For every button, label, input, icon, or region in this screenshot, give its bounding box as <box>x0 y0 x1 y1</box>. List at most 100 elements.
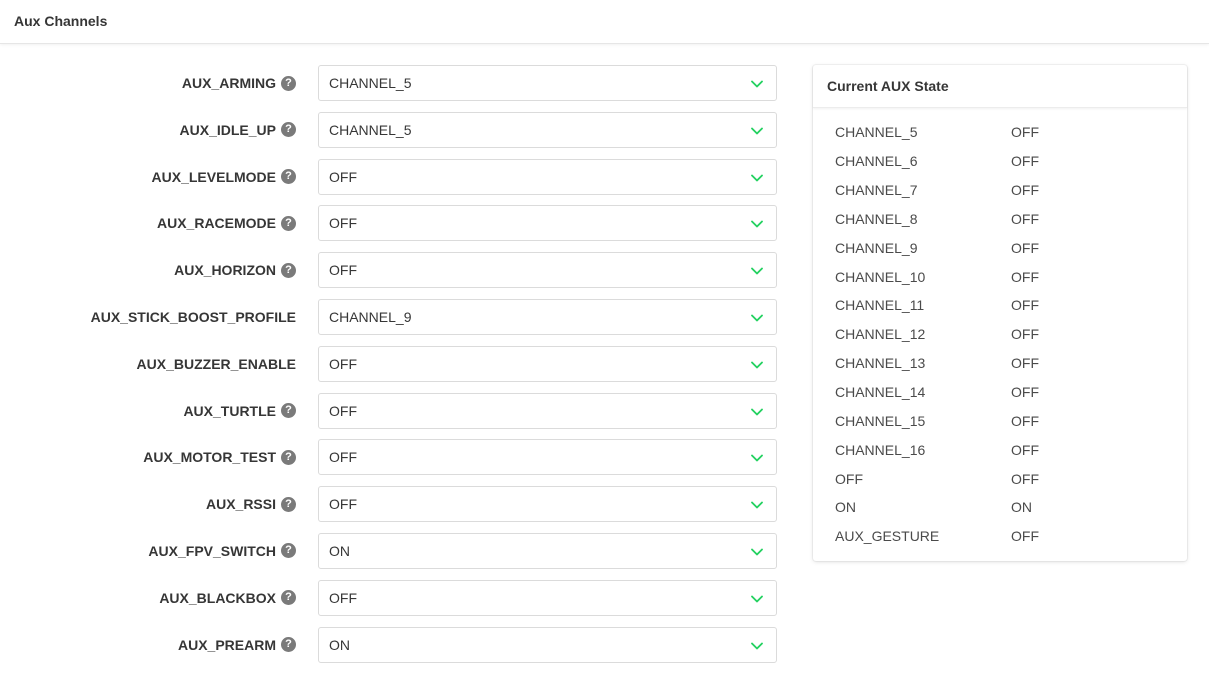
select-aux-buzzer-enable[interactable]: OFF <box>318 345 777 382</box>
select-value: CHANNEL_9 <box>329 308 412 325</box>
setting-label-wrap: AUX_PREARM? <box>178 627 296 663</box>
channel-state: ON <box>1011 499 1032 516</box>
aux-state-row: CHANNEL_14 OFF <box>835 378 1187 407</box>
select-aux-levelmode[interactable]: OFF <box>318 158 777 195</box>
question-circle-icon[interactable]: ? <box>281 75 296 91</box>
question-circle-icon[interactable]: ? <box>281 637 296 653</box>
top-bar: Aux Channels <box>0 0 1209 44</box>
channel-state: OFF <box>1011 297 1039 314</box>
select-value: OFF <box>329 449 357 466</box>
question-circle-icon[interactable]: ? <box>281 403 296 419</box>
current-aux-state-card: Current AUX State CHANNEL_5 OFF CHANNEL_6 O… <box>813 65 1187 561</box>
setting-label-wrap: AUX_BLACKBOX? <box>159 580 296 616</box>
channel-name: CHANNEL_14 <box>835 384 926 401</box>
select-value: CHANNEL_5 <box>329 75 412 91</box>
aux-settings-form: AUX_ARMING? CHANNEL_5 AUX_IDLE_UP? CHANNEL_… <box>0 65 790 673</box>
select-aux-racemode[interactable]: OFF <box>318 205 777 242</box>
question-circle-icon[interactable]: ? <box>281 496 296 512</box>
question-circle-icon[interactable]: ? <box>281 262 296 278</box>
question-circle-icon[interactable]: ? <box>281 215 296 231</box>
aux-state-row: CHANNEL_7 OFF <box>835 176 1187 205</box>
card-title: Current AUX State <box>813 65 1187 108</box>
select-aux-arming[interactable]: CHANNEL_5 <box>318 65 777 101</box>
select-value: OFF <box>329 262 357 279</box>
select-aux-horizon[interactable]: OFF <box>318 252 777 289</box>
channel-name: CHANNEL_13 <box>835 355 926 372</box>
select-value: OFF <box>329 215 357 232</box>
aux-setting-row: AUX_IDLE_UP? CHANNEL_5 <box>0 111 790 148</box>
channel-state: OFF <box>1011 441 1039 458</box>
channel-state: OFF <box>1011 182 1039 199</box>
select-aux-prearm[interactable]: ON <box>318 626 777 663</box>
select-value: CHANNEL_5 <box>329 121 412 138</box>
chevron-down-icon <box>750 264 764 278</box>
question-circle-icon[interactable]: ? <box>281 169 296 185</box>
chevron-down-icon <box>750 639 764 653</box>
setting-label-aux-prearm: AUX_PREARM <box>177 636 276 653</box>
aux-state-row: CHANNEL_15 OFF <box>835 406 1187 435</box>
setting-label-wrap: AUX_LEVELMODE? <box>152 159 296 195</box>
channel-name: CHANNEL_16 <box>835 441 926 458</box>
select-aux-stick-boost-profile[interactable]: CHANNEL_9 <box>318 298 777 335</box>
aux-setting-row: AUX_TURTLE? OFF <box>0 392 790 429</box>
channel-state: OFF <box>1011 210 1039 227</box>
select-value: OFF <box>329 496 357 513</box>
select-aux-turtle[interactable]: OFF <box>318 392 777 429</box>
setting-label-aux-stick-boost-profile: AUX_STICK_BOOST_PROFILE <box>90 308 296 325</box>
select-value: OFF <box>329 355 357 372</box>
select-aux-motor-test[interactable]: OFF <box>318 439 777 476</box>
setting-label-aux-blackbox: AUX_BLACKBOX <box>159 589 276 606</box>
chevron-down-icon <box>750 124 764 138</box>
chevron-down-icon <box>750 545 764 559</box>
channel-name: AUX_GESTURE <box>835 528 940 545</box>
question-circle-icon[interactable]: ? <box>281 543 296 559</box>
select-value: OFF <box>329 589 357 606</box>
channel-name: CHANNEL_12 <box>835 326 926 343</box>
chevron-down-icon <box>750 405 764 419</box>
setting-label-aux-turtle: AUX_TURTLE <box>183 402 276 419</box>
aux-state-row: CHANNEL_16 OFF <box>835 435 1187 464</box>
aux-state-row: CHANNEL_9 OFF <box>835 233 1187 262</box>
channel-name: OFF <box>835 470 863 487</box>
channel-state: OFF <box>1011 384 1039 401</box>
aux-setting-row: AUX_ARMING? CHANNEL_5 <box>0 65 790 101</box>
question-circle-icon[interactable]: ? <box>281 449 296 465</box>
setting-label-aux-fpv-switch: AUX_FPV_SWITCH <box>148 542 276 559</box>
aux-state-row: CHANNEL_12 OFF <box>835 320 1187 349</box>
channel-state: OFF <box>1011 239 1039 256</box>
chevron-down-icon <box>750 592 764 606</box>
channel-state: OFF <box>1011 268 1039 285</box>
channel-state: OFF <box>1011 470 1039 487</box>
select-aux-fpv-switch[interactable]: ON <box>318 532 777 569</box>
chevron-down-icon <box>750 311 764 325</box>
aux-state-row: CHANNEL_11 OFF <box>835 291 1187 320</box>
aux-state-row: ON ON <box>835 493 1187 522</box>
question-circle-icon[interactable]: ? <box>281 590 296 606</box>
question-circle-icon[interactable]: ? <box>281 122 296 138</box>
aux-setting-row: AUX_BLACKBOX? OFF <box>0 579 790 616</box>
chevron-down-icon <box>750 217 764 231</box>
setting-label-aux-racemode: AUX_RACEMODE <box>156 215 276 232</box>
aux-state-row: CHANNEL_8 OFF <box>835 205 1187 234</box>
setting-label-aux-motor-test: AUX_MOTOR_TEST <box>143 449 276 466</box>
select-value: ON <box>329 542 350 559</box>
select-value: OFF <box>329 402 357 419</box>
channel-state: OFF <box>1011 326 1039 343</box>
select-aux-idle-up[interactable]: CHANNEL_5 <box>318 111 777 148</box>
setting-label-wrap: AUX_RACEMODE? <box>157 205 296 241</box>
setting-label-wrap: AUX_MOTOR_TEST? <box>143 439 296 475</box>
channel-state: OFF <box>1011 153 1039 170</box>
setting-label-aux-idle-up: AUX_IDLE_UP <box>179 121 276 138</box>
channel-name: CHANNEL_10 <box>835 268 926 285</box>
setting-label-wrap: AUX_HORIZON? <box>174 252 296 288</box>
setting-label-aux-levelmode: AUX_LEVELMODE <box>151 168 276 185</box>
select-aux-rssi[interactable]: OFF <box>318 486 777 523</box>
channel-state: OFF <box>1011 528 1039 545</box>
setting-label-wrap: AUX_ARMING? <box>182 65 296 101</box>
aux-setting-row: AUX_MOTOR_TEST? OFF <box>0 439 790 476</box>
select-aux-blackbox[interactable]: OFF <box>318 579 777 616</box>
setting-label-wrap: AUX_FPV_SWITCH? <box>148 533 296 569</box>
channel-name: CHANNEL_5 <box>835 124 918 141</box>
aux-state-row: CHANNEL_5 OFF <box>835 118 1187 147</box>
chevron-down-icon <box>750 171 764 185</box>
